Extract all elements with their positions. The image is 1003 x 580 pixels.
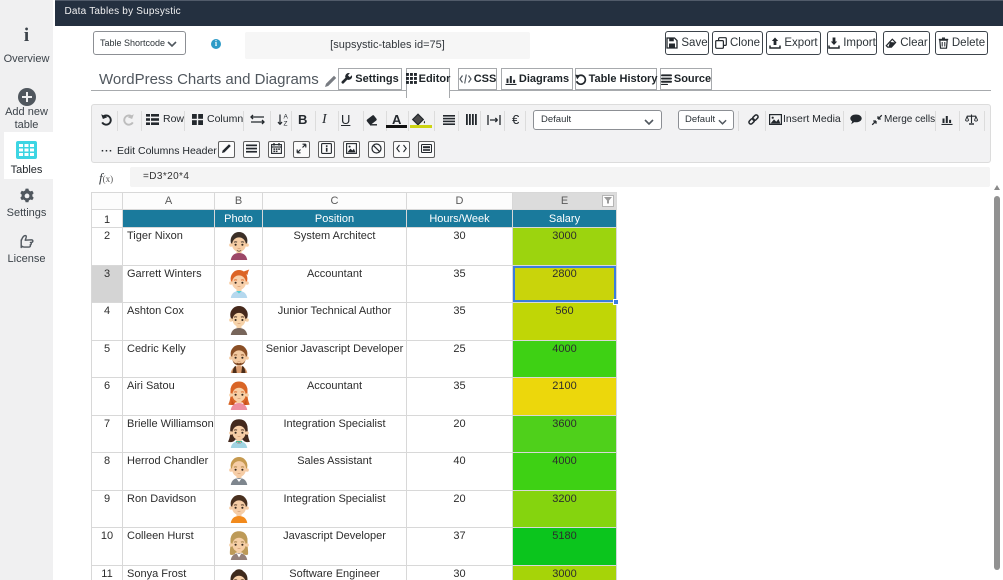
svg-text:Z: Z — [284, 121, 288, 127]
svg-text:A: A — [284, 114, 289, 121]
